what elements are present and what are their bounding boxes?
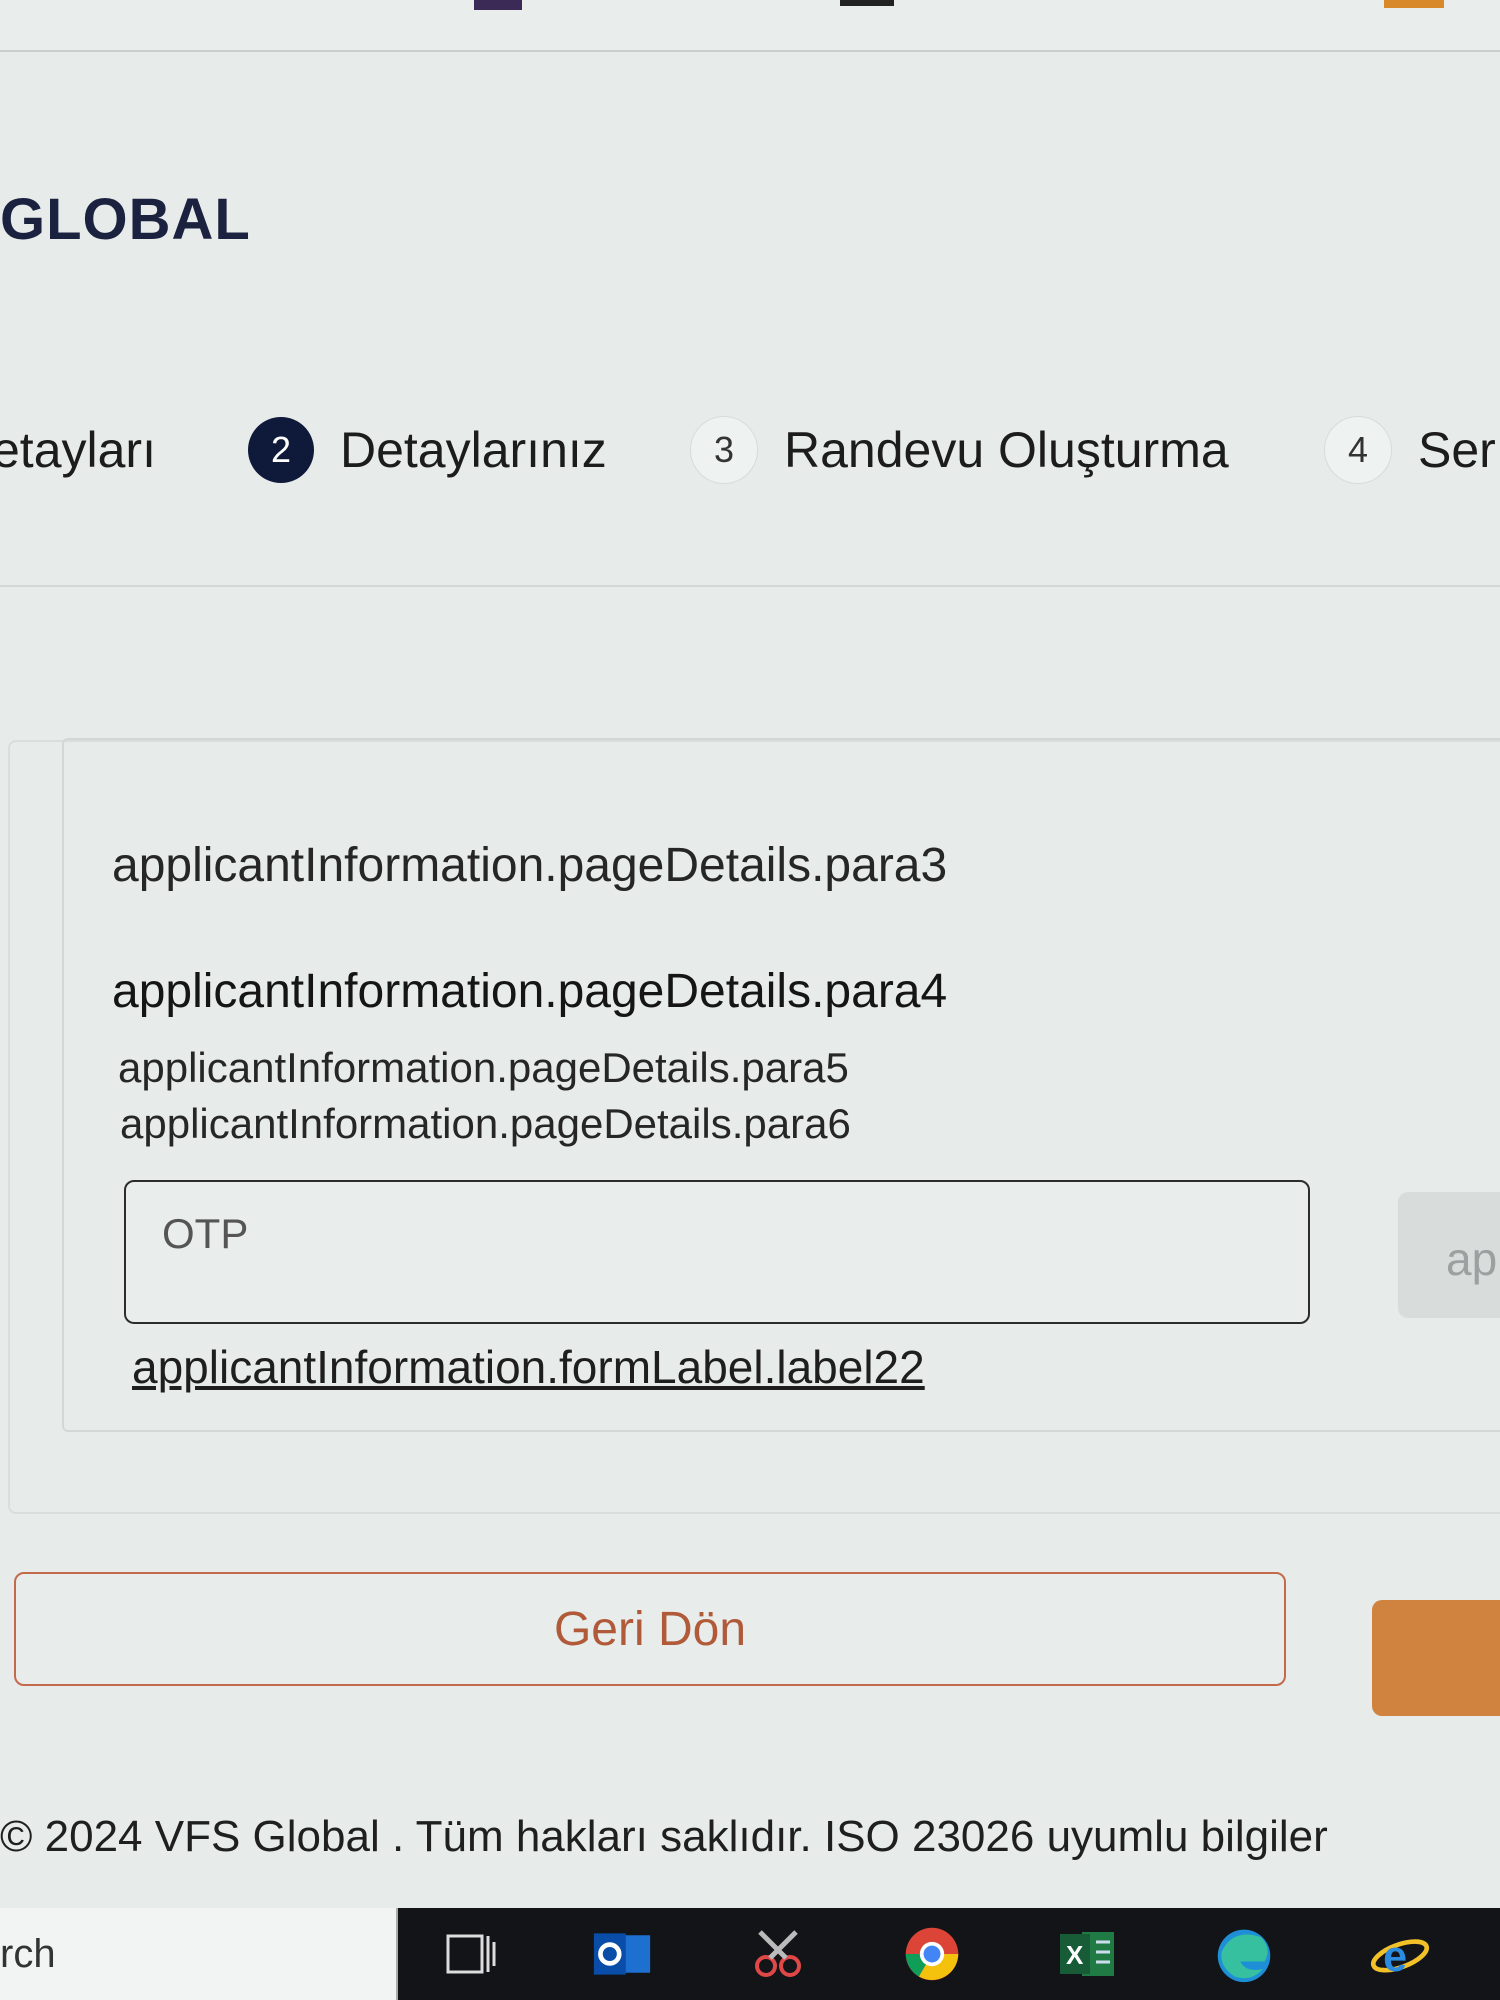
top-icon-fragment bbox=[840, 0, 894, 6]
outlook-icon[interactable] bbox=[592, 1924, 652, 1984]
back-button[interactable]: Geri Dön bbox=[14, 1572, 1286, 1686]
step-2: 2 Detaylarınız bbox=[248, 410, 607, 490]
top-icon-fragment bbox=[1384, 0, 1444, 8]
edge-icon[interactable] bbox=[1214, 1924, 1274, 1984]
windows-taskbar: rch X e bbox=[0, 1908, 1500, 2000]
step-3: 3 Randevu Oluşturma bbox=[690, 410, 1229, 490]
internet-explorer-icon[interactable]: e bbox=[1370, 1924, 1430, 1984]
browser-top-bar bbox=[0, 0, 1500, 52]
step-4-label: Ser bbox=[1418, 422, 1496, 478]
step-2-label: Detaylarınız bbox=[340, 422, 607, 478]
svg-text:e: e bbox=[1383, 1933, 1407, 1981]
otp-input[interactable]: OTP bbox=[124, 1180, 1310, 1324]
step-3-label: Randevu Oluşturma bbox=[784, 422, 1229, 478]
step-1-label: etayları bbox=[0, 422, 156, 478]
back-button-label: Geri Dön bbox=[553, 1602, 747, 1656]
progress-stepper: etayları 2 Detaylarınız 3 Randevu Oluştu… bbox=[0, 410, 1500, 490]
step-3-number: 3 bbox=[690, 416, 758, 484]
chrome-icon[interactable] bbox=[902, 1924, 962, 1984]
svg-text:X: X bbox=[1066, 1940, 1084, 1970]
continue-button[interactable] bbox=[1372, 1600, 1500, 1716]
step-1: etayları bbox=[0, 410, 156, 490]
resend-otp-link[interactable]: applicantInformation.formLabel.label22 bbox=[132, 1340, 925, 1394]
brand-logo: GLOBAL bbox=[0, 187, 251, 252]
taskbar-search-text: rch bbox=[0, 1932, 56, 1976]
snipping-tool-icon[interactable] bbox=[748, 1924, 808, 1984]
stepper-divider bbox=[0, 585, 1500, 587]
otp-placeholder: OTP bbox=[162, 1210, 249, 1257]
top-icon-fragment bbox=[474, 0, 522, 10]
taskbar-search-box[interactable]: rch bbox=[0, 1908, 398, 2000]
otp-action-button[interactable]: ap bbox=[1398, 1192, 1500, 1318]
task-view-icon[interactable] bbox=[440, 1924, 500, 1984]
footer-copyright: © 2024 VFS Global . Tüm hakları saklıdır… bbox=[0, 1812, 1328, 1861]
step-2-number: 2 bbox=[248, 417, 314, 483]
step-4-number: 4 bbox=[1324, 416, 1392, 484]
otp-action-button-label: ap bbox=[1446, 1233, 1498, 1285]
info-paragraph-5: applicantInformation.pageDetails.para5 bbox=[118, 1044, 849, 1091]
info-paragraph-4: applicantInformation.pageDetails.para4 bbox=[112, 965, 948, 1018]
excel-icon[interactable]: X bbox=[1058, 1924, 1118, 1984]
step-4: 4 Ser bbox=[1324, 410, 1496, 490]
info-paragraph-3: applicantInformation.pageDetails.para3 bbox=[112, 839, 948, 892]
info-paragraph-6: applicantInformation.pageDetails.para6 bbox=[120, 1100, 851, 1147]
